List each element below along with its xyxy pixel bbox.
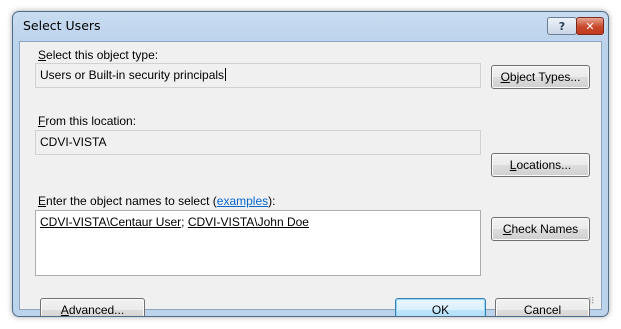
cancel-button[interactable]: Cancel [495,298,590,316]
select-users-dialog: Select Users ? ✕ Select this object type… [12,11,609,317]
object-name-entry[interactable]: CDVI-VISTA\John Doe [188,215,309,229]
help-icon: ? [558,19,566,33]
object-name-entry[interactable]: CDVI-VISTA\Centaur User [40,215,181,229]
close-icon: ✕ [585,19,595,33]
dialog-body: Select this object type: Users or Built-… [19,41,602,316]
ok-button[interactable]: OK [395,298,486,316]
object-names-label: Enter the object names to select (exampl… [38,194,276,208]
object-types-button[interactable]: Object Types... [491,65,590,89]
dialog-title: Select Users [23,18,101,33]
location-label: From this location: [38,114,137,128]
object-names-textarea[interactable]: CDVI-VISTA\Centaur User; CDVI-VISTA\John… [35,210,481,276]
advanced-button[interactable]: Advanced... [40,298,145,316]
check-names-button[interactable]: Check Names [491,217,590,241]
object-type-label: Select this object type: [38,48,159,62]
location-value: CDVI-VISTA [40,135,107,149]
object-type-value: Users or Built-in security principals [40,68,225,82]
resize-grip-icon[interactable]: ⠿ [588,297,598,307]
text-caret [225,68,227,81]
location-field: CDVI-VISTA [35,130,481,155]
title-bar[interactable]: Select Users ? ✕ [13,12,608,41]
object-type-field: Users or Built-in security principals [35,63,481,88]
examples-link[interactable]: examples [217,194,268,208]
close-button[interactable]: ✕ [576,17,604,35]
locations-button[interactable]: Locations... [491,153,590,177]
help-button[interactable]: ? [547,17,577,35]
